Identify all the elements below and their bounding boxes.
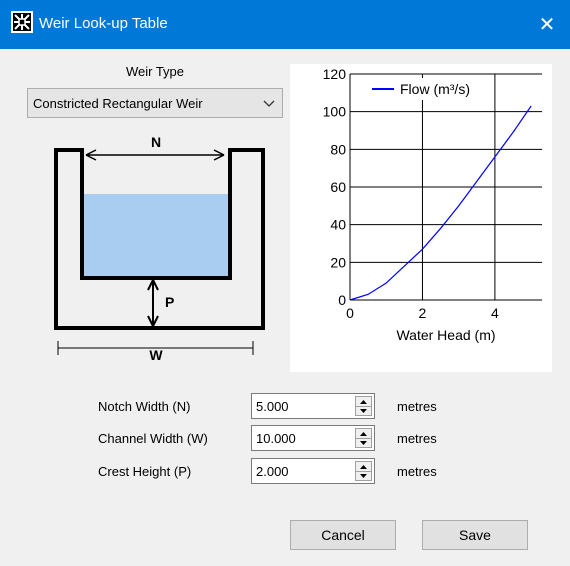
close-icon: ✕: [538, 14, 556, 36]
water-fill: [81, 194, 231, 278]
numeric-input-value: 10.000: [256, 431, 296, 446]
unit-label: metres: [397, 464, 437, 479]
x-tick-label: 2: [419, 305, 427, 321]
w-label: W: [149, 347, 163, 360]
x-tick-label: 0: [346, 305, 354, 321]
numeric-input[interactable]: 5.000: [251, 393, 375, 419]
weir-type-label: Weir Type: [125, 64, 185, 79]
spin-up-icon[interactable]: [356, 397, 371, 406]
y-tick-label: 0: [338, 292, 346, 308]
field-label: Crest Height (P): [98, 464, 192, 479]
x-tick-label: 4: [491, 305, 499, 321]
spinner[interactable]: [355, 461, 372, 481]
spin-down-icon[interactable]: [356, 438, 371, 448]
spin-down-icon[interactable]: [356, 471, 371, 481]
y-tick-label: 60: [330, 179, 346, 195]
n-label: N: [151, 134, 161, 150]
cancel-button[interactable]: Cancel: [290, 520, 396, 550]
app-icon: [11, 11, 33, 33]
spin-up-icon[interactable]: [356, 462, 371, 471]
y-tick-label: 100: [323, 104, 347, 120]
p-label: P: [165, 294, 174, 310]
spinner[interactable]: [355, 396, 372, 416]
field-label: Channel Width (W): [98, 431, 208, 446]
spin-up-icon[interactable]: [356, 429, 371, 438]
x-axis-label: Water Head (m): [396, 327, 495, 343]
chevron-down-icon: [263, 100, 275, 107]
weir-diagram: N P W: [54, 134, 265, 360]
y-tick-label: 20: [330, 254, 346, 270]
numeric-input-value: 5.000: [256, 399, 289, 414]
numeric-input[interactable]: 10.000: [251, 425, 375, 451]
save-button[interactable]: Save: [422, 520, 528, 550]
field-label: Notch Width (N): [98, 399, 191, 414]
y-tick-label: 80: [330, 141, 346, 157]
spinner[interactable]: [355, 428, 372, 448]
close-button[interactable]: ✕: [524, 0, 570, 49]
legend-label: Flow (m³/s): [400, 81, 470, 97]
flow-series-line: [349, 105, 532, 301]
weir-lookup-dialog: Weir Look-up Table ✕ Weir Type Constrict…: [0, 0, 570, 566]
unit-label: metres: [397, 399, 437, 414]
weir-type-value: Constricted Rectangular Weir: [33, 96, 203, 111]
spin-down-icon[interactable]: [356, 406, 371, 416]
y-tick-label: 120: [323, 66, 347, 82]
title-bar: Weir Look-up Table ✕: [0, 0, 570, 49]
weir-type-select[interactable]: Constricted Rectangular Weir: [27, 88, 283, 118]
y-tick-label: 40: [330, 217, 346, 233]
numeric-input-value: 2.000: [256, 464, 289, 479]
unit-label: metres: [397, 431, 437, 446]
n-dimension-arrow: [85, 149, 225, 161]
p-dimension-arrow: [147, 279, 159, 327]
flow-chart: 0 20 40 60 80 100 120 0 2 4 Flow (m³/s) Water Head …: [290, 64, 552, 372]
numeric-input[interactable]: 2.000: [251, 458, 375, 484]
window-title: Weir Look-up Table: [39, 15, 168, 32]
